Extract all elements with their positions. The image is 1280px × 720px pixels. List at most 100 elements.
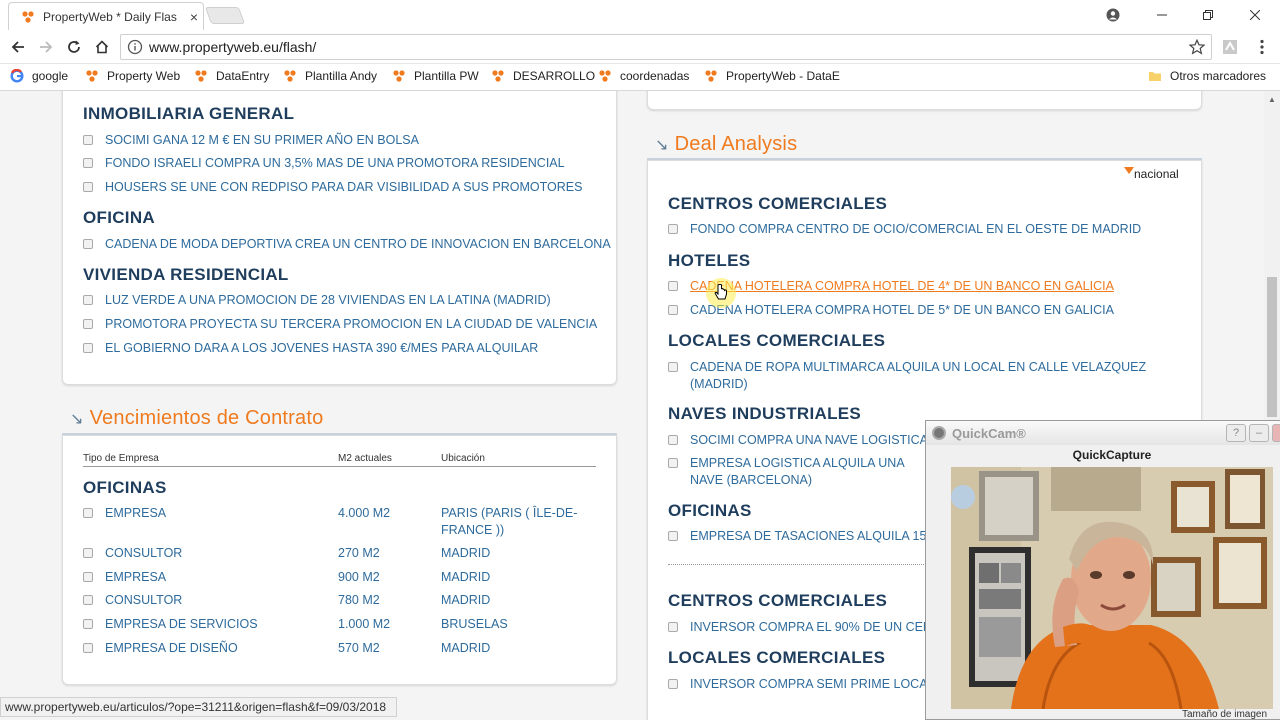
contract-type[interactable]: EMPRESA: [105, 569, 166, 586]
deal-checkbox[interactable]: [668, 458, 678, 468]
deal-link[interactable]: SOCIMI COMPRA UNA NAVE LOGISTICA: [690, 432, 928, 449]
bookmark-coordenadas[interactable]: coordenadas: [598, 69, 689, 83]
deal-checkbox[interactable]: [668, 281, 678, 291]
home-icon[interactable]: [90, 35, 114, 59]
row-checkbox[interactable]: [83, 508, 93, 518]
news-link[interactable]: PROMOTORA PROYECTA SU TERCERA PROMOCION …: [105, 316, 597, 333]
row-checkbox[interactable]: [83, 643, 93, 653]
deal-checkbox[interactable]: [668, 531, 678, 541]
minimize-button[interactable]: –: [1249, 424, 1269, 442]
deal-item[interactable]: FONDO COMPRA CENTRO DE OCIO/COMERCIAL EN…: [668, 221, 1141, 238]
bookmark-plantilla-andy[interactable]: Plantilla Andy: [283, 69, 377, 83]
contract-row[interactable]: EMPRESA DE SERVICIOS: [83, 616, 258, 633]
deal-link[interactable]: CADENA HOTELERA COMPRA HOTEL DE 5* DE UN…: [690, 302, 1114, 319]
deal-item[interactable]: INVERSOR COMPRA EL 90% DE UN CENT: [668, 619, 940, 636]
news-link[interactable]: FONDO ISRAELI COMPRA UN 3,5% MAS DE UNA …: [105, 155, 565, 172]
row-checkbox[interactable]: [83, 619, 93, 629]
forward-arrow-icon[interactable]: [34, 35, 58, 59]
deal-checkbox[interactable]: [668, 305, 678, 315]
deal-checkbox[interactable]: [668, 622, 678, 632]
contract-row[interactable]: CONSULTOR: [83, 592, 182, 609]
deal-link[interactable]: CADENA HOTELERA COMPRA HOTEL DE 4* DE UN…: [690, 278, 1114, 295]
minimize-window-icon[interactable]: [1139, 0, 1185, 30]
quickcam-window: QuickCam® ? – QuickCapture Tamaño de ima…: [925, 420, 1280, 720]
contract-row[interactable]: EMPRESA DE DISEÑO: [83, 640, 238, 657]
bookmark-propertyweb-datae[interactable]: PropertyWeb - DataE: [704, 69, 840, 83]
news-checkbox[interactable]: [83, 158, 93, 168]
scope-filter[interactable]: nacional: [1124, 167, 1179, 181]
bookmark-plantilla-pw[interactable]: Plantilla PW: [392, 69, 479, 83]
deal-item[interactable]: SOCIMI COMPRA UNA NAVE LOGISTICA: [668, 432, 928, 449]
bookmark-dataentry[interactable]: DataEntry: [194, 69, 269, 83]
category-heading: OFICINA: [83, 208, 155, 227]
news-link[interactable]: LUZ VERDE A UNA PROMOCION DE 28 VIVIENDA…: [105, 292, 551, 309]
news-checkbox[interactable]: [83, 135, 93, 145]
close-window-icon[interactable]: [1232, 0, 1278, 30]
scrollbar-thumb[interactable]: [1267, 277, 1277, 417]
contract-type[interactable]: CONSULTOR: [105, 545, 182, 562]
news-checkbox[interactable]: [83, 343, 93, 353]
address-bar[interactable]: www.propertyweb.eu/flash/: [120, 34, 1212, 60]
scroll-up-arrow-icon[interactable]: ▲: [1268, 95, 1276, 104]
other-bookmarks[interactable]: Otros marcadores: [1148, 69, 1266, 83]
news-link[interactable]: EL GOBIERNO DARA A LOS JOVENES HASTA 390…: [105, 340, 538, 357]
news-checkbox[interactable]: [83, 239, 93, 249]
back-arrow-icon[interactable]: [6, 35, 30, 59]
bookmark-google[interactable]: google: [10, 69, 68, 83]
status-bar-url: www.propertyweb.eu/articulos/?ope=31211&…: [0, 697, 398, 717]
news-item[interactable]: SOCIMI GANA 12 M € EN SU PRIMER AÑO EN B…: [83, 132, 419, 149]
news-item[interactable]: HOUSERS SE UNE CON REDPISO PARA DAR VISI…: [83, 179, 582, 196]
deal-link[interactable]: FONDO COMPRA CENTRO DE OCIO/COMERCIAL EN…: [690, 221, 1141, 238]
contract-type[interactable]: CONSULTOR: [105, 592, 182, 609]
tab-active[interactable]: PropertyWeb * Daily Flas ×: [8, 2, 204, 30]
bookmark-star-icon[interactable]: [1189, 39, 1205, 55]
news-link[interactable]: HOUSERS SE UNE CON REDPISO PARA DAR VISI…: [105, 179, 582, 196]
deal-checkbox[interactable]: [668, 679, 678, 689]
row-checkbox[interactable]: [83, 572, 93, 582]
deal-link[interactable]: INVERSOR COMPRA SEMI PRIME LOCAL: [690, 676, 935, 693]
news-item[interactable]: LUZ VERDE A UNA PROMOCION DE 28 VIVIENDA…: [83, 292, 551, 309]
profile-icon[interactable]: [1090, 0, 1136, 30]
news-item[interactable]: EL GOBIERNO DARA A LOS JOVENES HASTA 390…: [83, 340, 538, 357]
bookmark-property-web[interactable]: Property Web: [85, 69, 180, 83]
contract-row[interactable]: EMPRESA: [83, 569, 166, 586]
deal-item[interactable]: EMPRESA LOGISTICA ALQUILA UNA NAVE (BARC…: [668, 455, 928, 489]
reload-icon[interactable]: [62, 35, 86, 59]
menu-kebab-icon[interactable]: [1250, 35, 1274, 59]
extension-icon[interactable]: [1218, 35, 1242, 59]
news-checkbox[interactable]: [83, 295, 93, 305]
news-checkbox[interactable]: [83, 182, 93, 192]
contract-type[interactable]: EMPRESA DE SERVICIOS: [105, 616, 258, 633]
deal-link[interactable]: EMPRESA LOGISTICA ALQUILA UNA NAVE (BARC…: [690, 455, 928, 489]
help-button[interactable]: ?: [1226, 424, 1246, 442]
row-checkbox[interactable]: [83, 548, 93, 558]
deal-item[interactable]: EMPRESA DE TASACIONES ALQUILA 150: [668, 528, 933, 545]
news-checkbox[interactable]: [83, 319, 93, 329]
news-item[interactable]: CADENA DE MODA DEPORTIVA CREA UN CENTRO …: [83, 236, 611, 253]
news-link[interactable]: CADENA DE MODA DEPORTIVA CREA UN CENTRO …: [105, 236, 611, 253]
deal-link[interactable]: CADENA DE ROPA MULTIMARCA ALQUILA UN LOC…: [690, 359, 1148, 393]
restore-window-icon[interactable]: [1185, 0, 1231, 30]
site-info-icon[interactable]: [127, 39, 143, 55]
contract-row[interactable]: EMPRESA: [83, 505, 166, 522]
close-button[interactable]: [1272, 424, 1280, 442]
contract-row[interactable]: CONSULTOR: [83, 545, 182, 562]
row-checkbox[interactable]: [83, 595, 93, 605]
news-link[interactable]: SOCIMI GANA 12 M € EN SU PRIMER AÑO EN B…: [105, 132, 419, 149]
new-tab-button[interactable]: [204, 7, 246, 24]
deal-link[interactable]: INVERSOR COMPRA EL 90% DE UN CENT: [690, 619, 940, 636]
deal-item[interactable]: CADENA DE ROPA MULTIMARCA ALQUILA UN LOC…: [668, 359, 1148, 393]
deal-checkbox[interactable]: [668, 435, 678, 445]
propertyweb-favicon-icon: [22, 10, 34, 23]
contract-type[interactable]: EMPRESA DE DISEÑO: [105, 640, 238, 657]
bookmark-desarrollo[interactable]: DESARROLLO: [491, 69, 595, 83]
news-item[interactable]: FONDO ISRAELI COMPRA UN 3,5% MAS DE UNA …: [83, 155, 565, 172]
deal-checkbox[interactable]: [668, 362, 678, 372]
news-item[interactable]: PROMOTORA PROYECTA SU TERCERA PROMOCION …: [83, 316, 597, 333]
deal-item[interactable]: INVERSOR COMPRA SEMI PRIME LOCAL: [668, 676, 935, 693]
tab-close-icon[interactable]: ×: [185, 9, 203, 25]
deal-link[interactable]: EMPRESA DE TASACIONES ALQUILA 150: [690, 528, 933, 545]
deal-checkbox[interactable]: [668, 224, 678, 234]
contract-type[interactable]: EMPRESA: [105, 505, 166, 522]
deal-item[interactable]: CADENA HOTELERA COMPRA HOTEL DE 5* DE UN…: [668, 302, 1114, 319]
